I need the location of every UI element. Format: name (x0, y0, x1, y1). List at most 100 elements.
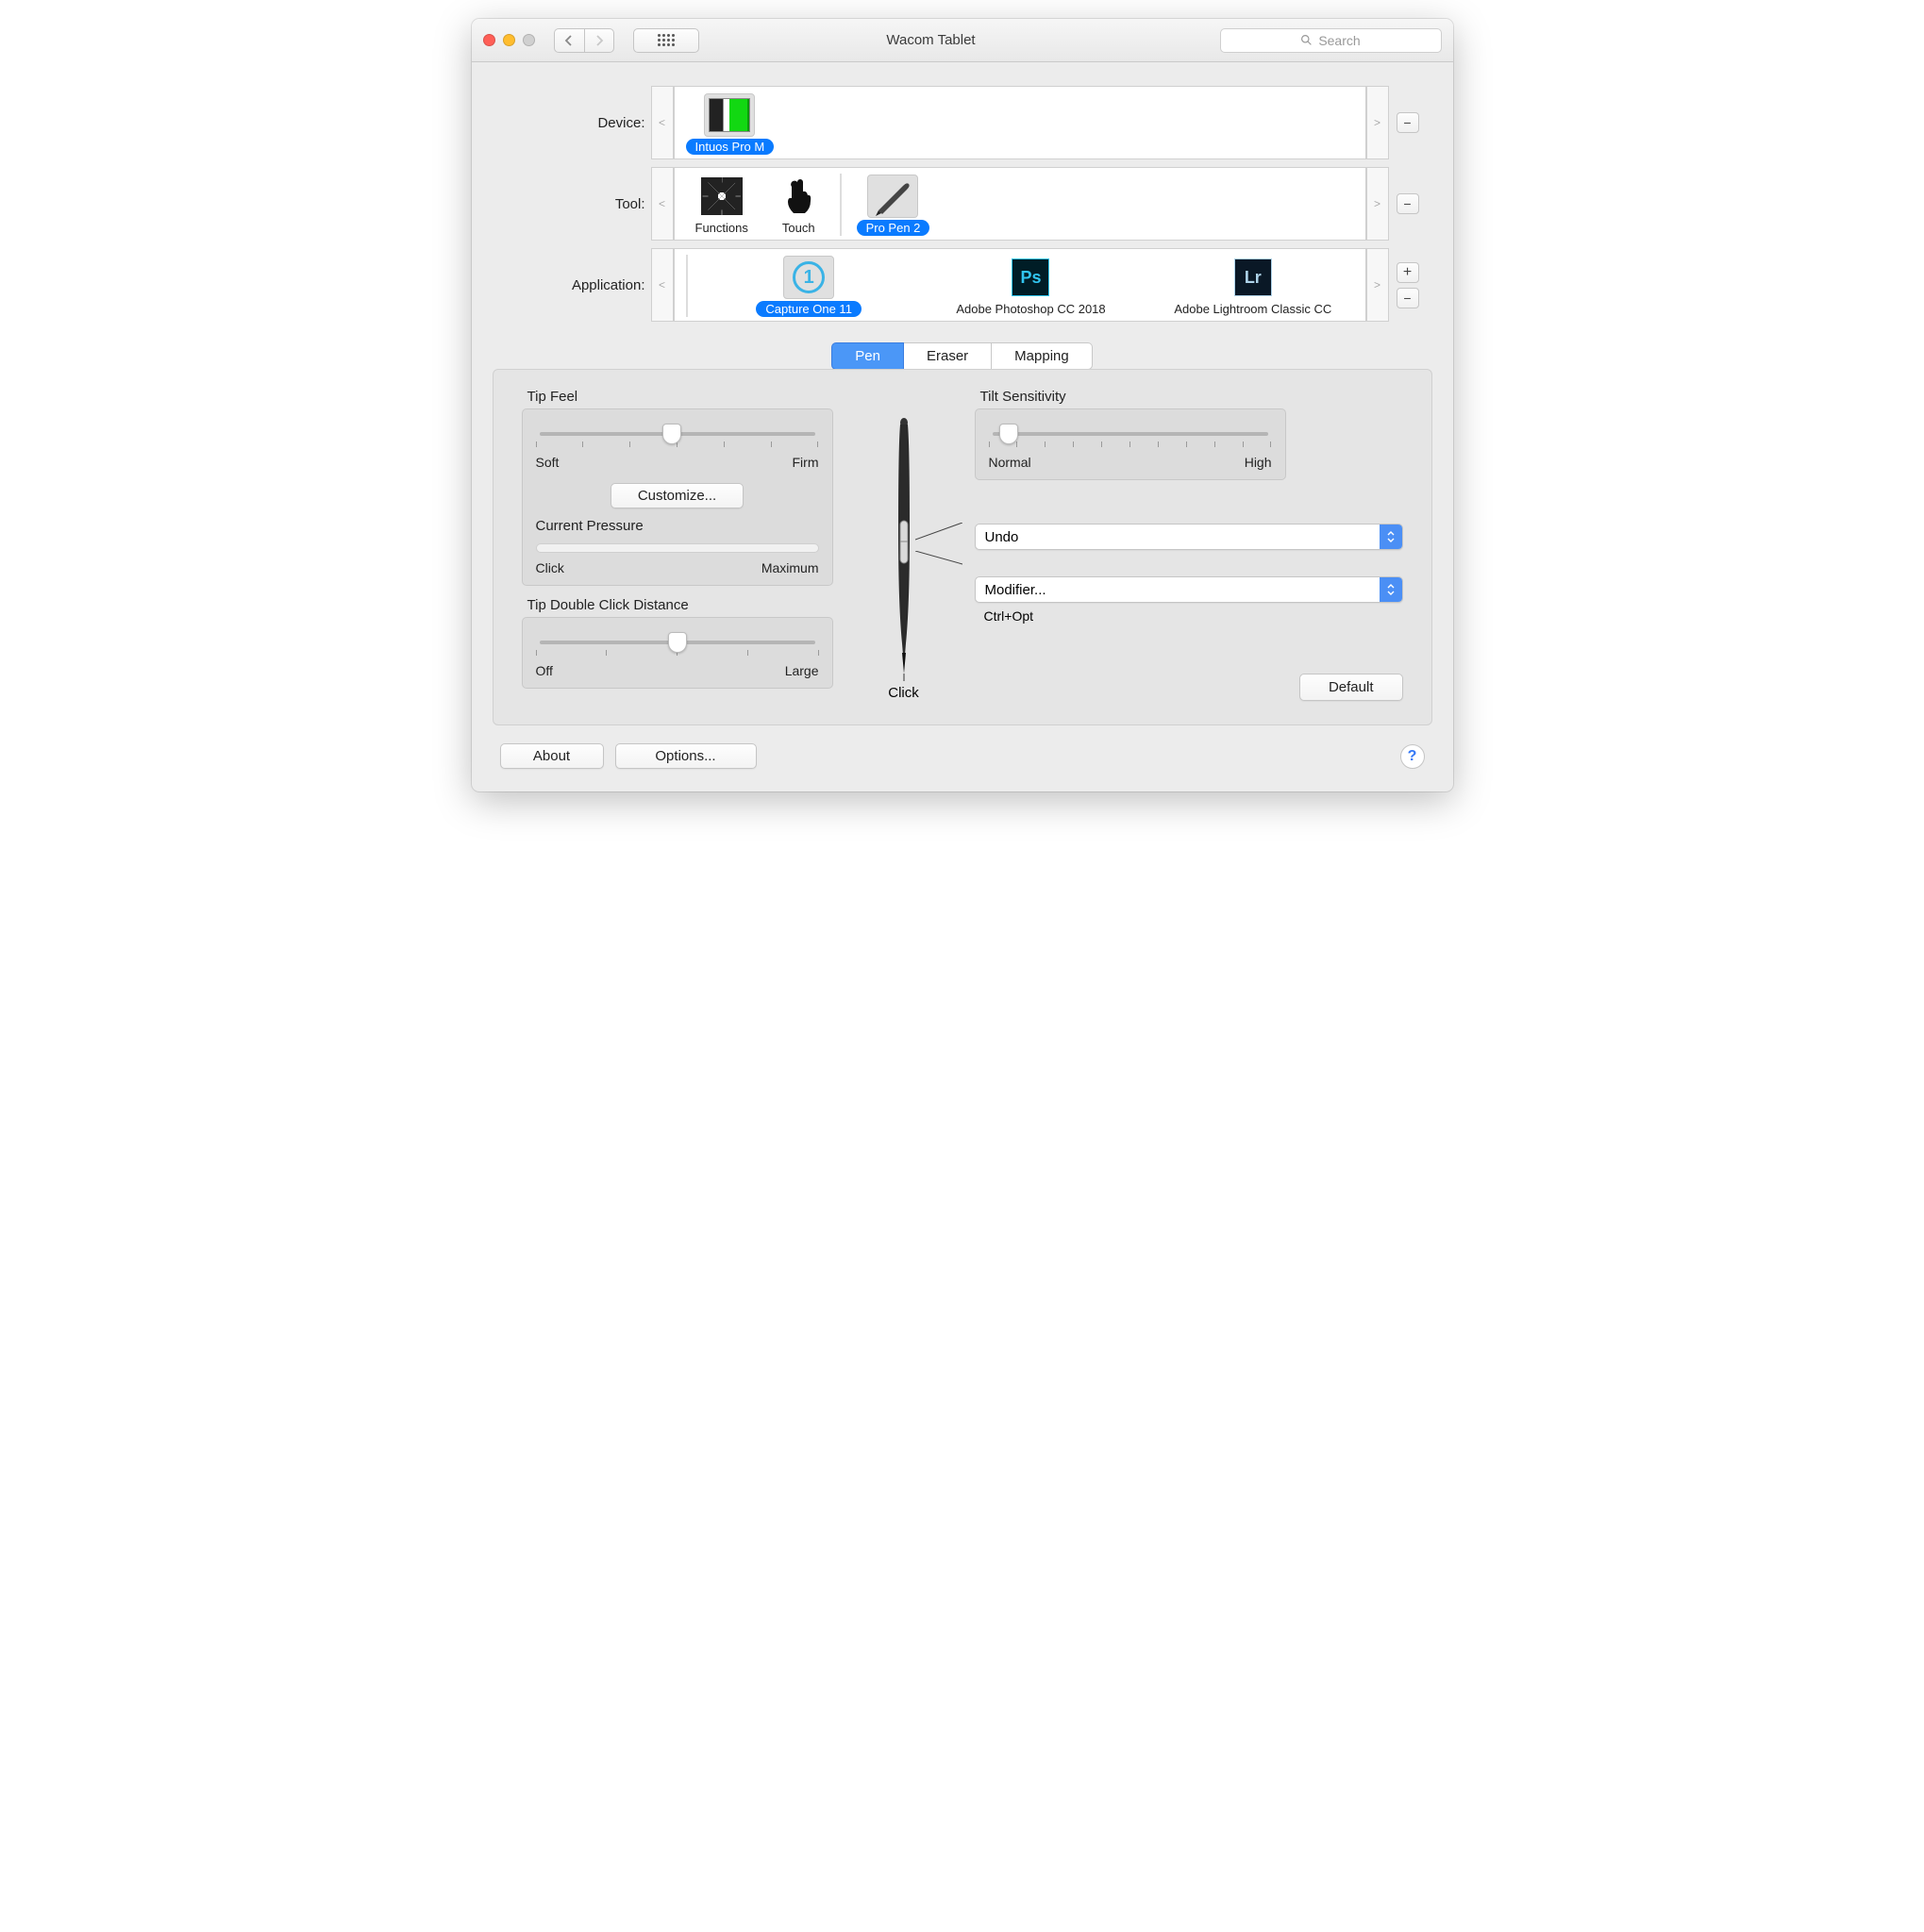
double-click-panel: Off Large (522, 617, 833, 689)
help-button[interactable]: ? (1400, 744, 1425, 769)
close-window-button[interactable] (483, 34, 495, 46)
chevron-left-icon (564, 35, 574, 46)
application-item-photoshop[interactable]: Ps Adobe Photoshop CC 2018 (925, 256, 1137, 317)
separator (686, 255, 688, 317)
lower-button-dropdown[interactable]: Modifier... (975, 576, 1403, 603)
photoshop-icon: Ps (1012, 258, 1049, 296)
pressure-bar (536, 543, 819, 553)
application-item-label: Capture One 11 (756, 301, 862, 317)
lower-button-value: Modifier... (976, 577, 1380, 602)
right-column: Tilt Sensitivity Normal High Undo (975, 389, 1403, 701)
window-title: Wacom Tablet (652, 32, 1211, 48)
application-list: 1 Capture One 11 Ps Adobe Photoshop CC 2… (674, 248, 1366, 322)
double-click-min-label: Off (536, 663, 553, 678)
tab-eraser[interactable]: Eraser (904, 342, 992, 370)
about-button[interactable]: About (500, 743, 604, 769)
tool-item-label: Touch (773, 220, 825, 236)
tilt-max-label: High (1245, 455, 1272, 470)
device-row: Device: < Intuos Pro M > − (481, 86, 1425, 159)
pen-settings-panel: Tip Feel Soft Firm Customize... Current … (493, 369, 1432, 725)
pressure-max-label: Maximum (761, 560, 819, 575)
nav-buttons (554, 28, 614, 53)
device-label: Device: (481, 115, 651, 131)
footer: About Options... ? (472, 740, 1453, 791)
dropdown-arrow-icon (1380, 525, 1402, 549)
capture-one-icon: 1 (793, 261, 825, 293)
stylus-icon (873, 176, 912, 216)
device-scroll-right[interactable]: > (1366, 86, 1389, 159)
pen-tip-label: Click (888, 685, 919, 701)
double-click-title: Tip Double Click Distance (527, 597, 833, 613)
pressure-min-label: Click (536, 560, 564, 575)
top-selectors: Device: < Intuos Pro M > − Tool: < Funct… (472, 62, 1453, 339)
tilt-sensitivity-panel: Normal High (975, 408, 1286, 480)
tool-scroll-left[interactable]: < (651, 167, 674, 241)
touch-hand-icon (784, 177, 812, 215)
preferences-window: Wacom Tablet Search Device: < Intuos Pro… (472, 19, 1453, 791)
intuos-tablet-icon (709, 98, 750, 132)
application-remove-button[interactable]: − (1397, 288, 1419, 308)
application-item-label: Adobe Lightroom Classic CC (1164, 301, 1341, 317)
forward-button[interactable] (584, 28, 614, 53)
back-button[interactable] (554, 28, 584, 53)
left-column: Tip Feel Soft Firm Customize... Current … (522, 389, 833, 701)
tip-feel-min-label: Soft (536, 455, 560, 470)
dropdown-arrow-icon (1380, 577, 1402, 602)
tip-feel-max-label: Firm (793, 455, 819, 470)
application-add-button[interactable]: + (1397, 262, 1419, 283)
options-button[interactable]: Options... (615, 743, 757, 769)
tool-label: Tool: (481, 196, 651, 212)
upper-button-value: Undo (976, 525, 1380, 549)
device-item-intuos-pro-m[interactable]: Intuos Pro M (680, 93, 780, 155)
connector-line-upper (915, 523, 962, 551)
tool-item-label: Functions (686, 220, 758, 236)
functions-icon (701, 177, 743, 215)
tool-row: Tool: < Functions Touch (481, 167, 1425, 241)
tilt-sensitivity-slider[interactable] (993, 432, 1268, 436)
tool-item-label: Pro Pen 2 (857, 220, 930, 236)
tip-feel-slider[interactable] (540, 432, 815, 436)
device-remove-button[interactable]: − (1397, 112, 1419, 133)
tab-pen[interactable]: Pen (831, 342, 904, 370)
search-icon (1300, 34, 1313, 46)
device-scroll-left[interactable]: < (651, 86, 674, 159)
application-item-label: Adobe Photoshop CC 2018 (946, 301, 1114, 317)
tilt-sensitivity-title: Tilt Sensitivity (980, 389, 1403, 405)
application-scroll-right[interactable]: > (1366, 248, 1389, 322)
pen-illustration: Click (847, 389, 961, 701)
application-item-capture-one[interactable]: 1 Capture One 11 (703, 256, 915, 317)
double-click-max-label: Large (785, 663, 819, 678)
customize-button[interactable]: Customize... (611, 483, 744, 508)
tool-list: Functions Touch Pro Pen 2 (674, 167, 1366, 241)
search-placeholder: Search (1318, 33, 1360, 48)
chevron-right-icon (594, 35, 604, 46)
tool-scroll-right[interactable]: > (1366, 167, 1389, 241)
zoom-window-button[interactable] (523, 34, 535, 46)
default-button[interactable]: Default (1299, 674, 1403, 701)
tool-item-pro-pen-2[interactable]: Pro Pen 2 (851, 175, 936, 236)
lightroom-icon: Lr (1234, 258, 1272, 296)
tab-mapping[interactable]: Mapping (992, 342, 1093, 370)
tool-remove-button[interactable]: − (1397, 193, 1419, 214)
application-label: Application: (481, 277, 651, 293)
tip-feel-panel: Soft Firm Customize... Current Pressure … (522, 408, 833, 586)
lower-button-modifier-label: Ctrl+Opt (984, 608, 1403, 624)
upper-button-dropdown[interactable]: Undo (975, 524, 1403, 550)
application-item-lightroom[interactable]: Lr Adobe Lightroom Classic CC (1146, 256, 1359, 317)
device-list: Intuos Pro M (674, 86, 1366, 159)
minimize-window-button[interactable] (503, 34, 515, 46)
current-pressure-title: Current Pressure (536, 518, 819, 534)
device-item-label: Intuos Pro M (686, 139, 775, 155)
application-scroll-left[interactable]: < (651, 248, 674, 322)
tool-item-functions[interactable]: Functions (680, 175, 763, 236)
tip-feel-title: Tip Feel (527, 389, 833, 405)
titlebar: Wacom Tablet Search (472, 19, 1453, 62)
traffic-lights (483, 34, 535, 46)
search-field[interactable]: Search (1220, 28, 1442, 53)
tilt-min-label: Normal (989, 455, 1031, 470)
double-click-slider[interactable] (540, 641, 815, 644)
tool-item-touch[interactable]: Touch (767, 175, 830, 236)
connector-line-lower (915, 551, 962, 570)
settings-tabs: Pen Eraser Mapping (831, 342, 1092, 370)
application-row: Application: < 1 Capture One 11 Ps Adobe… (481, 248, 1425, 322)
